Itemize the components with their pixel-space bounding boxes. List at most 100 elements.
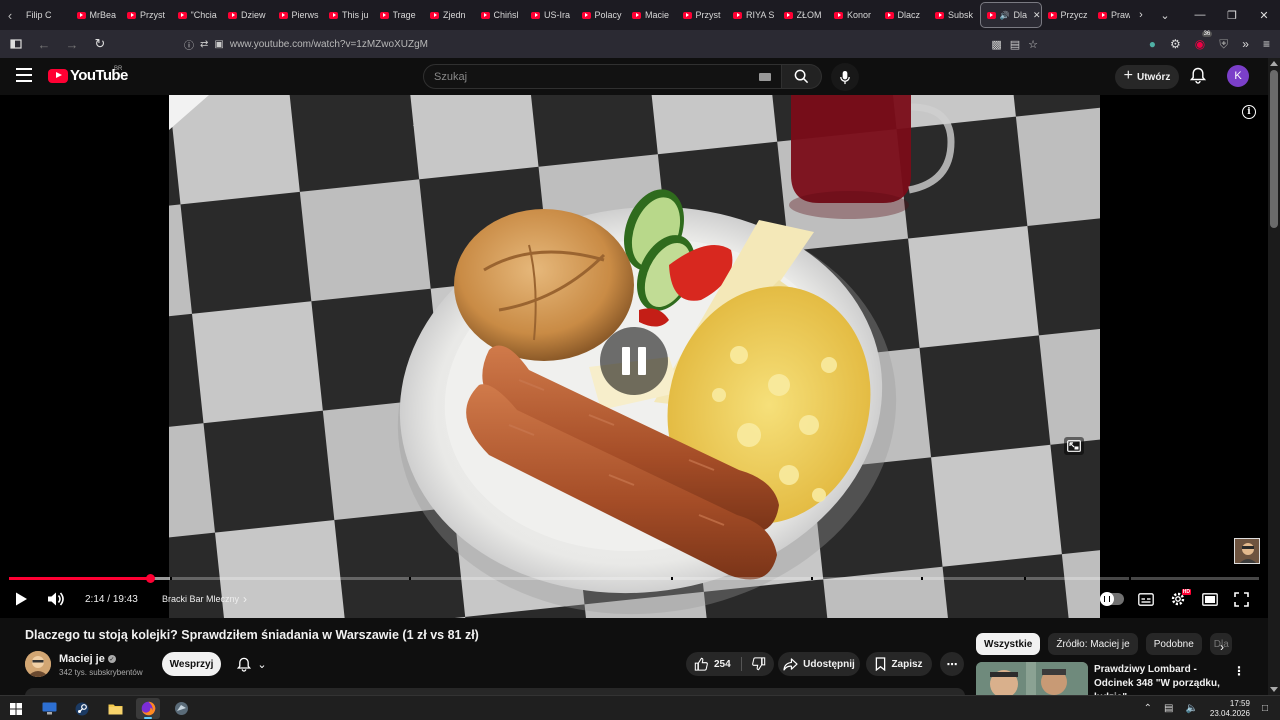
scrollbar-thumb[interactable]	[1270, 70, 1278, 228]
autoplay-toggle[interactable]	[1100, 588, 1124, 610]
filter-chip[interactable]: Wszystkie	[976, 633, 1041, 655]
extension-badge-icon[interactable]: ◉ 36	[1195, 31, 1213, 51]
fullscreen-button[interactable]	[1234, 588, 1249, 610]
browser-tab[interactable]: This ju	[323, 2, 374, 28]
extensions-puzzle-icon[interactable]: ⚙	[1170, 37, 1181, 51]
search-button[interactable]	[782, 64, 822, 89]
browser-tab[interactable]: Polacy	[576, 2, 627, 28]
forward-icon[interactable]: →	[60, 32, 84, 56]
reload-icon[interactable]: ↻	[88, 32, 112, 56]
app-menu-icon[interactable]: ≡	[1263, 37, 1270, 51]
clock[interactable]: 17:59 23.04.2026	[1210, 699, 1250, 719]
tab-close-icon[interactable]: ✕	[1033, 10, 1041, 21]
support-button[interactable]: Wesprzyj	[162, 652, 221, 676]
close-window-icon[interactable]: ✕	[1248, 0, 1280, 30]
tab-scroll-left-icon[interactable]: ‹	[0, 0, 20, 30]
browser-tab[interactable]: 🔊Dlac ✕	[979, 2, 1042, 28]
dislike-button[interactable]	[744, 652, 774, 676]
video-player[interactable]: i 2:14 / 19:43 Bracki Bar Mleczny › HD	[0, 95, 1268, 618]
share-button[interactable]: Udostępnij	[778, 652, 860, 676]
browser-tab[interactable]: US-Ira	[525, 2, 576, 28]
browser-tab[interactable]: Macie	[626, 2, 677, 28]
page-scrollbar[interactable]	[1268, 58, 1280, 695]
sidebar-toggle-icon[interactable]	[4, 32, 28, 56]
filter-chip[interactable]: Podobne	[1145, 633, 1202, 655]
picture-in-picture-icon[interactable]: ▩	[991, 38, 1001, 51]
browser-tab[interactable]: Chińsl	[475, 2, 526, 28]
url-bar[interactable]: ⓘ ⇄ ▣ www.youtube.com/watch?v=1zMZwoXUZg…	[176, 33, 1046, 55]
browser-tab[interactable]: Przyst	[121, 2, 172, 28]
search-box[interactable]	[423, 64, 782, 89]
keyboard-icon[interactable]	[759, 73, 771, 81]
reader-view-icon[interactable]: ▤	[1010, 38, 1020, 51]
filter-chip[interactable]: Źródło: Maciej je	[1048, 633, 1138, 655]
channel-watermark[interactable]	[1234, 538, 1260, 564]
channel-name[interactable]: Maciej je	[59, 653, 105, 665]
save-button[interactable]: Zapisz	[866, 652, 932, 676]
scrubber-handle[interactable]	[145, 574, 155, 583]
privacy-shield-icon[interactable]: ⛨	[1219, 37, 1228, 52]
shield-extension-icon[interactable]: ●	[1149, 37, 1156, 51]
recommendation-thumbnail[interactable]	[976, 662, 1088, 698]
account-avatar[interactable]: K	[1227, 65, 1249, 87]
miniplayer-icon[interactable]	[1064, 437, 1084, 455]
browser-tab[interactable]: Subsk	[929, 2, 980, 28]
steam-icon[interactable]	[70, 698, 94, 719]
browser-tab[interactable]: "Chcia	[172, 2, 223, 28]
bookmark-star-icon[interactable]: ☆	[1028, 38, 1038, 51]
progress-bar[interactable]	[9, 574, 1259, 583]
subtitles-button[interactable]	[1138, 588, 1154, 610]
chapter-button[interactable]: Bracki Bar Mleczny ›	[162, 588, 247, 610]
browser-tab[interactable]: Dlacz	[879, 2, 930, 28]
browser-tab[interactable]: Filip C	[20, 2, 71, 28]
theater-mode-button[interactable]	[1202, 588, 1218, 610]
browser-tab[interactable]: Pierws	[273, 2, 324, 28]
file-explorer-icon[interactable]	[103, 698, 127, 719]
overflow-menu-icon[interactable]: »	[1242, 37, 1249, 51]
windows-start-icon[interactable]	[4, 698, 28, 719]
settings-button[interactable]: HD	[1170, 588, 1191, 610]
chips-next-icon[interactable]: ›	[1220, 640, 1224, 654]
like-button[interactable]: 254	[694, 657, 731, 671]
back-icon[interactable]: ←	[32, 32, 56, 56]
browser-tab[interactable]: Praw	[1092, 2, 1130, 28]
video-info-icon[interactable]: i	[1242, 105, 1256, 119]
url-text[interactable]: www.youtube.com/watch?v=1zMZwoXUZgM	[230, 39, 428, 50]
tray-overflow-icon[interactable]: ⌃	[1144, 703, 1152, 714]
notifications-icon[interactable]: □	[1262, 703, 1268, 714]
browser-tab[interactable]: Przycz	[1042, 2, 1093, 28]
restore-icon[interactable]: ❐	[1216, 0, 1248, 30]
browser-tab[interactable]: MrBea	[71, 2, 122, 28]
site-info-icon[interactable]: ⓘ	[184, 37, 194, 52]
pause-overlay[interactable]	[600, 327, 668, 395]
speaker-icon[interactable]: 🔈	[1185, 703, 1197, 714]
play-button[interactable]	[14, 588, 28, 610]
scroll-down-icon[interactable]	[1270, 687, 1278, 692]
voice-search-button[interactable]	[831, 63, 859, 91]
more-actions-button[interactable]: ⋯	[940, 652, 964, 676]
scroll-up-icon[interactable]	[1270, 61, 1278, 66]
network-icon[interactable]: ▤	[1164, 703, 1173, 714]
browser-tab[interactable]: Konor	[828, 2, 879, 28]
firefox-icon[interactable]	[136, 698, 160, 719]
mute-button[interactable]	[47, 588, 65, 610]
browser-tab[interactable]: Trage	[374, 2, 425, 28]
browser-tab[interactable]: Przyst	[677, 2, 728, 28]
permissions-icon[interactable]: ⇄	[200, 39, 208, 50]
subscription-notifications-button[interactable]: ⌄	[227, 652, 277, 676]
browser-tab[interactable]: Zjedn	[424, 2, 475, 28]
guide-menu-icon[interactable]	[16, 68, 32, 82]
create-button[interactable]: + Utwórz	[1115, 65, 1179, 89]
app-icon[interactable]	[169, 698, 193, 719]
channel-name-row[interactable]: Maciej je ✓	[59, 653, 116, 665]
browser-tab[interactable]: RIYA S	[727, 2, 778, 28]
minimize-icon[interactable]: —	[1184, 0, 1216, 30]
tab-list-dropdown-icon[interactable]: ⌄	[1154, 0, 1176, 30]
recommendation-menu-icon[interactable]: ⋮	[1233, 664, 1245, 678]
tab-scroll-right-icon[interactable]: ›	[1130, 0, 1152, 30]
display-app-icon[interactable]	[37, 698, 61, 719]
browser-tab[interactable]: ZŁOM	[778, 2, 829, 28]
tab-audio-icon[interactable]: 🔊	[1000, 11, 1010, 20]
browser-tab[interactable]: Dziew	[222, 2, 273, 28]
channel-avatar[interactable]	[25, 651, 51, 677]
